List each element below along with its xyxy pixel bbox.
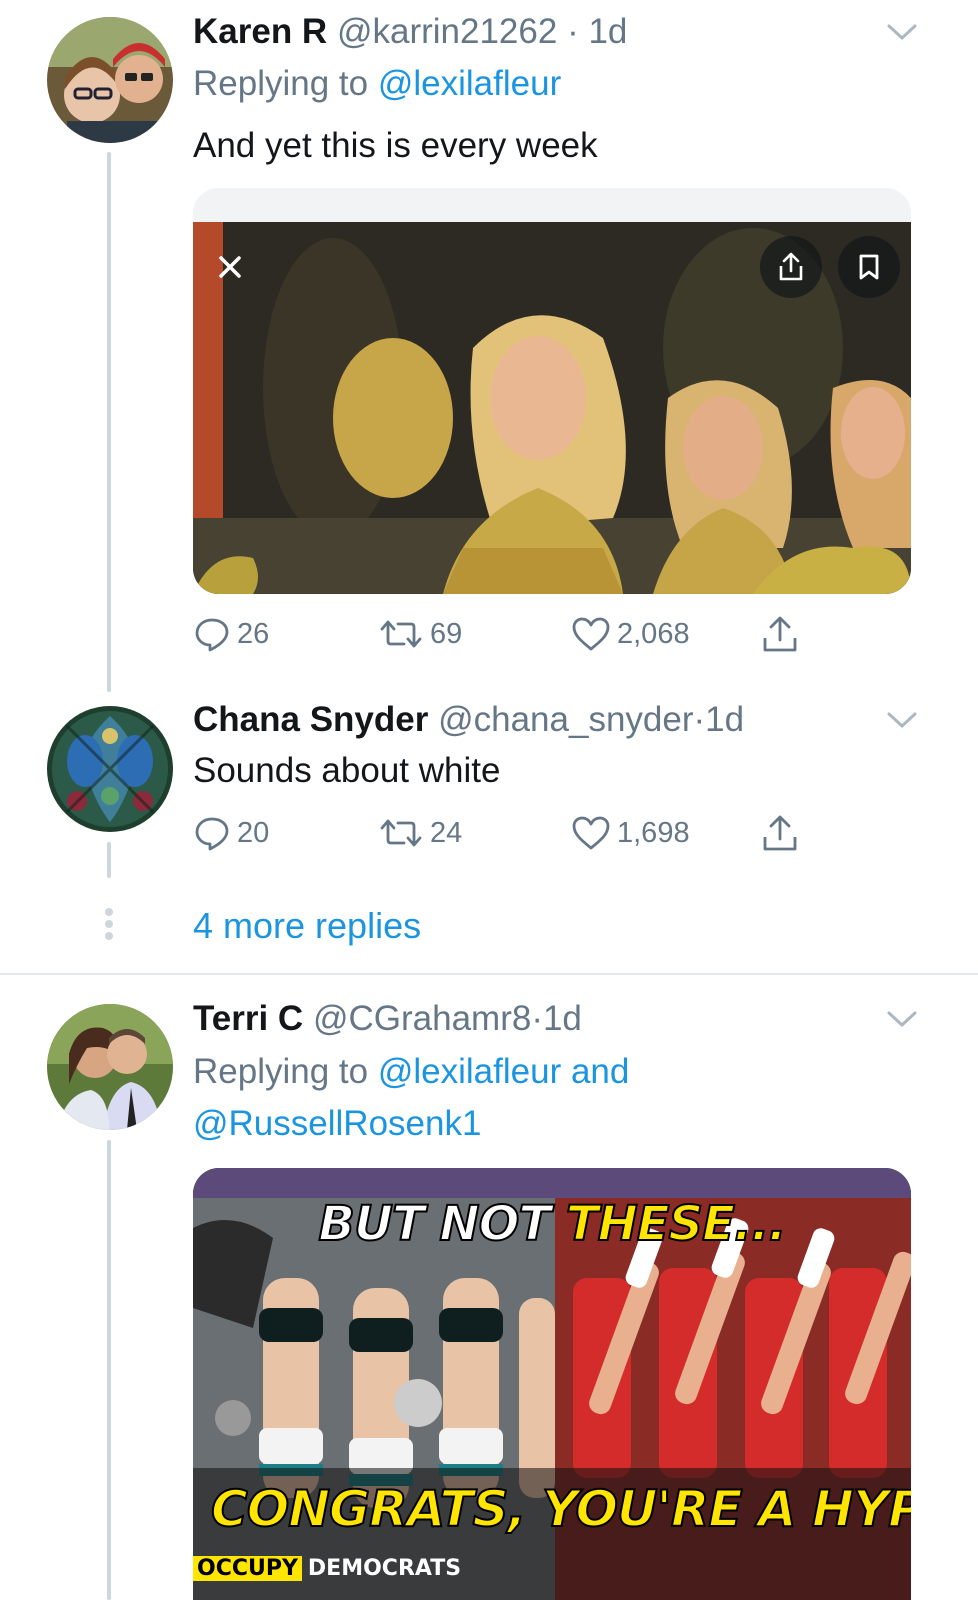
replying-to: Replying to @lexilafleur and @RussellRos… bbox=[193, 1046, 893, 1150]
tweet-actions: 20 24 1,698 bbox=[193, 811, 813, 855]
mention-link[interactable]: @RussellRosenk1 bbox=[193, 1104, 481, 1143]
author-name[interactable]: Terri C bbox=[193, 999, 303, 1038]
meme-brand-occupy: OCCUPY bbox=[193, 1556, 302, 1581]
share-button[interactable] bbox=[761, 612, 805, 656]
reply-button[interactable]: 26 bbox=[193, 612, 269, 656]
like-count: 2,068 bbox=[617, 617, 690, 650]
meme-bottom-caption: CONGRATS, YOU'RE A HYPOCRITE. bbox=[210, 1479, 911, 1539]
share-icon bbox=[763, 616, 797, 652]
more-replies-dots-icon bbox=[104, 908, 114, 944]
thread-line bbox=[107, 1140, 111, 1600]
replying-prefix: Replying to bbox=[193, 64, 369, 103]
meme-top-caption: BUT NOT THESE... bbox=[193, 1195, 911, 1253]
tweet-text: Sounds about white bbox=[193, 751, 501, 790]
retweet-icon bbox=[380, 620, 422, 648]
retweet-icon bbox=[380, 819, 422, 847]
timestamp[interactable]: 1d bbox=[543, 999, 582, 1038]
avatar[interactable] bbox=[47, 17, 173, 143]
reply-button[interactable]: 20 bbox=[193, 811, 269, 855]
more-replies-link[interactable]: 4 more replies bbox=[193, 900, 421, 952]
retweet-button[interactable]: 69 bbox=[378, 612, 462, 656]
separator-dot: · bbox=[531, 999, 543, 1038]
chevron-down-icon[interactable] bbox=[886, 710, 918, 730]
tweet-actions: 26 69 2,068 bbox=[193, 612, 813, 656]
author-handle[interactable]: @karrin21262 bbox=[337, 12, 557, 51]
bookmark-icon[interactable] bbox=[838, 236, 900, 298]
retweet-count: 24 bbox=[430, 816, 463, 849]
share-icon bbox=[763, 815, 797, 851]
retweet-button[interactable]: 24 bbox=[378, 811, 462, 855]
close-icon[interactable] bbox=[213, 250, 247, 284]
meme-brand-democrats: DEMOCRATS bbox=[307, 1556, 462, 1581]
author-name[interactable]: Chana Snyder bbox=[193, 700, 428, 739]
chevron-down-icon[interactable] bbox=[886, 1009, 918, 1029]
author-handle[interactable]: @CGrahamr8 bbox=[313, 999, 531, 1038]
mention-link[interactable]: @lexilafleur bbox=[378, 1052, 561, 1091]
author-row: Terri C @CGrahamr8·1d bbox=[193, 999, 582, 1039]
divider bbox=[0, 973, 978, 975]
separator-dot: · bbox=[567, 12, 579, 51]
thread-line bbox=[107, 152, 111, 692]
share-button[interactable] bbox=[761, 811, 805, 855]
avatar[interactable] bbox=[47, 1004, 173, 1130]
like-icon bbox=[572, 617, 610, 651]
author-name[interactable]: Karen R bbox=[193, 12, 327, 51]
mention-joiner: and bbox=[570, 1052, 630, 1091]
like-count: 1,698 bbox=[617, 816, 690, 849]
meme-top-white: BUT NOT bbox=[317, 1195, 566, 1253]
retweet-count: 69 bbox=[430, 617, 463, 650]
chevron-down-icon[interactable] bbox=[886, 22, 918, 42]
share-icon[interactable] bbox=[760, 236, 822, 298]
like-icon bbox=[572, 816, 610, 850]
replying-to: Replying to @lexilafleur bbox=[193, 58, 561, 110]
reply-count: 26 bbox=[237, 617, 270, 650]
author-row: Chana Snyder @chana_snyder·1d bbox=[193, 700, 744, 740]
avatar[interactable] bbox=[47, 706, 173, 832]
meme-brand: OCCUPY DEMOCRATS bbox=[193, 1556, 461, 1581]
tweet-photo[interactable] bbox=[193, 188, 911, 594]
like-button[interactable]: 2,068 bbox=[571, 612, 690, 656]
reply-count: 20 bbox=[237, 816, 270, 849]
replying-prefix: Replying to bbox=[193, 1052, 369, 1091]
tweet-text: And yet this is every week bbox=[193, 126, 598, 165]
separator-dot: · bbox=[693, 700, 706, 739]
timestamp[interactable]: 1d bbox=[588, 12, 627, 51]
meme-top-yellow: THESE... bbox=[565, 1195, 788, 1253]
author-handle[interactable]: @chana_snyder bbox=[438, 700, 693, 739]
tweet-photo[interactable]: BUT NOT THESE... CONGRATS, YOU'RE A HYPO… bbox=[193, 1168, 911, 1600]
thread-line bbox=[107, 842, 111, 878]
mention-link[interactable]: @lexilafleur bbox=[378, 64, 561, 103]
reply-icon bbox=[195, 618, 229, 652]
reply-icon bbox=[195, 817, 229, 851]
author-row: Karen R @karrin21262 · 1d bbox=[193, 12, 627, 52]
like-button[interactable]: 1,698 bbox=[571, 811, 690, 855]
timestamp[interactable]: 1d bbox=[705, 700, 744, 739]
